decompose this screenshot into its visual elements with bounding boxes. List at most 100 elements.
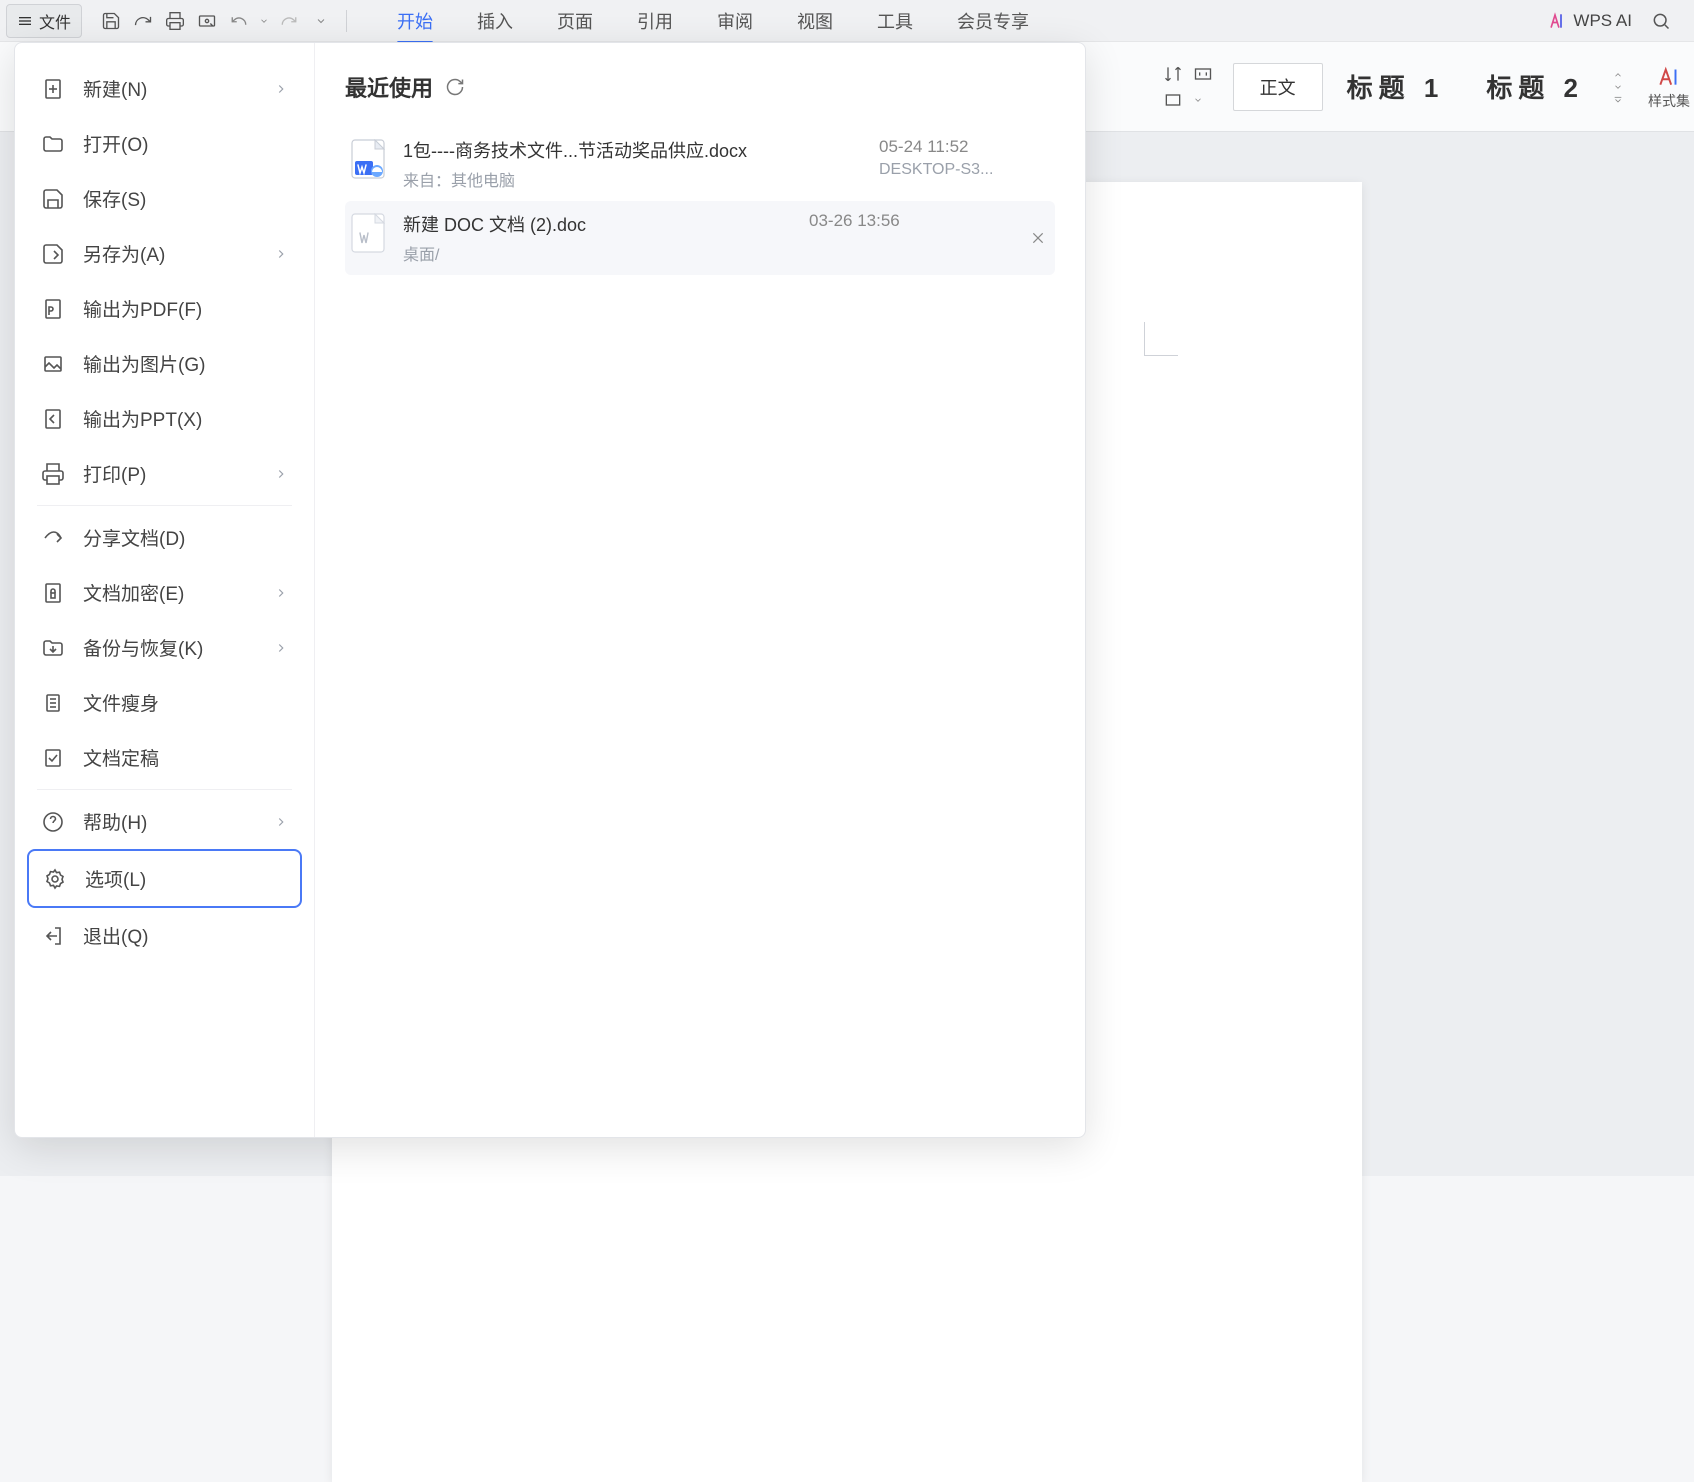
- menu-icon: [17, 13, 33, 29]
- cell-icon[interactable]: [1163, 90, 1183, 110]
- tab-page[interactable]: 页面: [535, 0, 615, 42]
- style-set-button[interactable]: 样式集: [1648, 63, 1690, 111]
- gear-icon: [43, 867, 67, 891]
- recent-item[interactable]: 1包----商务技术文件...节活动奖品供应.docx 来自：其他电脑 05-2…: [345, 127, 1055, 201]
- style-heading1[interactable]: 标题 1: [1329, 62, 1463, 111]
- wps-ai-label: WPS AI: [1573, 11, 1632, 31]
- menu-label: 输出为PPT(X): [83, 405, 202, 432]
- tab-view[interactable]: 视图: [775, 0, 855, 42]
- style-normal[interactable]: 正文: [1233, 63, 1323, 111]
- refresh-icon[interactable]: [445, 77, 465, 97]
- undo-icon: [230, 12, 248, 30]
- recent-item[interactable]: 新建 DOC 文档 (2).doc 桌面/ 03-26 13:56: [345, 201, 1055, 275]
- chevron-down-icon: [259, 16, 269, 26]
- print-icon: [165, 11, 185, 31]
- sort-icon[interactable]: [1163, 64, 1183, 84]
- file-menu-sidebar: 新建(N) 打开(O) 保存(S) 另存为(A) 输出为PDF(F) 输出为图片…: [15, 43, 315, 1137]
- divider: [37, 505, 292, 506]
- undo-dropdown[interactable]: [256, 6, 272, 36]
- more-icon: [1612, 94, 1624, 104]
- style-heading2[interactable]: 标题 2: [1468, 62, 1602, 111]
- menu-label: 保存(S): [83, 185, 146, 212]
- menu-export-pdf[interactable]: 输出为PDF(F): [27, 281, 302, 336]
- menu-label: 选项(L): [85, 865, 146, 892]
- sync-button[interactable]: [128, 6, 158, 36]
- doc-file-icon: [351, 213, 385, 253]
- help-icon: [41, 810, 65, 834]
- menu-save-as[interactable]: 另存为(A): [27, 226, 302, 281]
- save-icon: [41, 187, 65, 211]
- menu-export-image[interactable]: 输出为图片(G): [27, 336, 302, 391]
- menu-label: 输出为PDF(F): [83, 295, 202, 322]
- recent-title: 最近使用: [345, 71, 433, 103]
- docx-file-icon: [351, 139, 385, 179]
- print-button[interactable]: [160, 6, 190, 36]
- pdf-icon: [41, 297, 65, 321]
- new-icon: [41, 77, 65, 101]
- divider: [37, 789, 292, 790]
- menu-label: 输出为图片(G): [83, 350, 205, 377]
- margin-mark: [1144, 322, 1178, 356]
- save-button[interactable]: [96, 6, 126, 36]
- menu-encrypt[interactable]: 文档加密(E): [27, 565, 302, 620]
- tab-home[interactable]: 开始: [375, 0, 455, 42]
- recent-filename: 1包----商务技术文件...节活动奖品供应.docx: [403, 137, 763, 163]
- menu-label: 退出(Q): [83, 922, 148, 949]
- recent-source: 来自：其他电脑: [403, 167, 861, 191]
- menu-print[interactable]: 打印(P): [27, 446, 302, 501]
- top-toolbar: 文件 开始 插入 页面 引用 审阅 视图: [0, 0, 1694, 42]
- check-icon: [41, 746, 65, 770]
- menu-save[interactable]: 保存(S): [27, 171, 302, 226]
- toolbar-separator: [346, 10, 347, 32]
- styles-expand[interactable]: [1608, 70, 1628, 104]
- ribbon-tabs: 开始 插入 页面 引用 审阅 视图 工具 会员专享: [375, 0, 1051, 42]
- menu-open[interactable]: 打开(O): [27, 116, 302, 171]
- tab-member[interactable]: 会员专享: [935, 0, 1051, 42]
- tab-insert[interactable]: 插入: [455, 0, 535, 42]
- ppt-icon: [41, 407, 65, 431]
- redo-button[interactable]: [274, 6, 304, 36]
- qat-customize[interactable]: [306, 6, 336, 36]
- tab-reference[interactable]: 引用: [615, 0, 695, 42]
- menu-slim[interactable]: 文件瘦身: [27, 675, 302, 730]
- menu-help[interactable]: 帮助(H): [27, 794, 302, 849]
- lock-icon: [41, 581, 65, 605]
- wps-ai-button[interactable]: WPS AI: [1549, 11, 1632, 31]
- wps-ai-icon: [1549, 12, 1567, 30]
- recent-time: 03-26 13:56: [809, 211, 979, 231]
- search-button[interactable]: [1646, 6, 1676, 36]
- file-menu-panel: 新建(N) 打开(O) 保存(S) 另存为(A) 输出为PDF(F) 输出为图片…: [14, 42, 1086, 1138]
- menu-backup[interactable]: 备份与恢复(K): [27, 620, 302, 675]
- chevron-down-icon[interactable]: [1193, 95, 1203, 105]
- chevron-down-icon: [315, 15, 327, 27]
- undo-button[interactable]: [224, 6, 254, 36]
- toolbar-right: WPS AI: [1549, 6, 1688, 36]
- tab-review[interactable]: 审阅: [695, 0, 775, 42]
- menu-export-ppt[interactable]: 输出为PPT(X): [27, 391, 302, 446]
- recent-header: 最近使用: [345, 71, 1055, 103]
- menu-label: 备份与恢复(K): [83, 634, 203, 661]
- file-menu-content: 最近使用 1包----商务技术文件...节活动奖品供应.docx 来自：其他电脑…: [315, 43, 1085, 1137]
- save-icon: [101, 11, 121, 31]
- quick-access-toolbar: [96, 6, 336, 36]
- search-icon: [1651, 11, 1671, 31]
- menu-new[interactable]: 新建(N): [27, 61, 302, 116]
- menu-finalize[interactable]: 文档定稿: [27, 730, 302, 785]
- image-icon: [41, 352, 65, 376]
- print-preview-button[interactable]: [192, 6, 222, 36]
- recent-remove-button[interactable]: [1027, 227, 1049, 249]
- menu-label: 新建(N): [83, 75, 147, 102]
- tab-tools[interactable]: 工具: [855, 0, 935, 42]
- chevron-up-icon: [1612, 70, 1624, 80]
- file-menu-label: 文件: [39, 9, 71, 33]
- menu-exit[interactable]: 退出(Q): [27, 908, 302, 963]
- menu-share[interactable]: 分享文档(D): [27, 510, 302, 565]
- backup-icon: [41, 636, 65, 660]
- recent-filename: 新建 DOC 文档 (2).doc: [403, 211, 763, 237]
- file-menu-button[interactable]: 文件: [6, 4, 82, 38]
- menu-options[interactable]: 选项(L): [27, 849, 302, 908]
- save-as-icon: [41, 242, 65, 266]
- style-set-icon: [1656, 63, 1682, 89]
- print-preview-icon: [197, 11, 217, 31]
- fit-icon[interactable]: [1193, 64, 1213, 84]
